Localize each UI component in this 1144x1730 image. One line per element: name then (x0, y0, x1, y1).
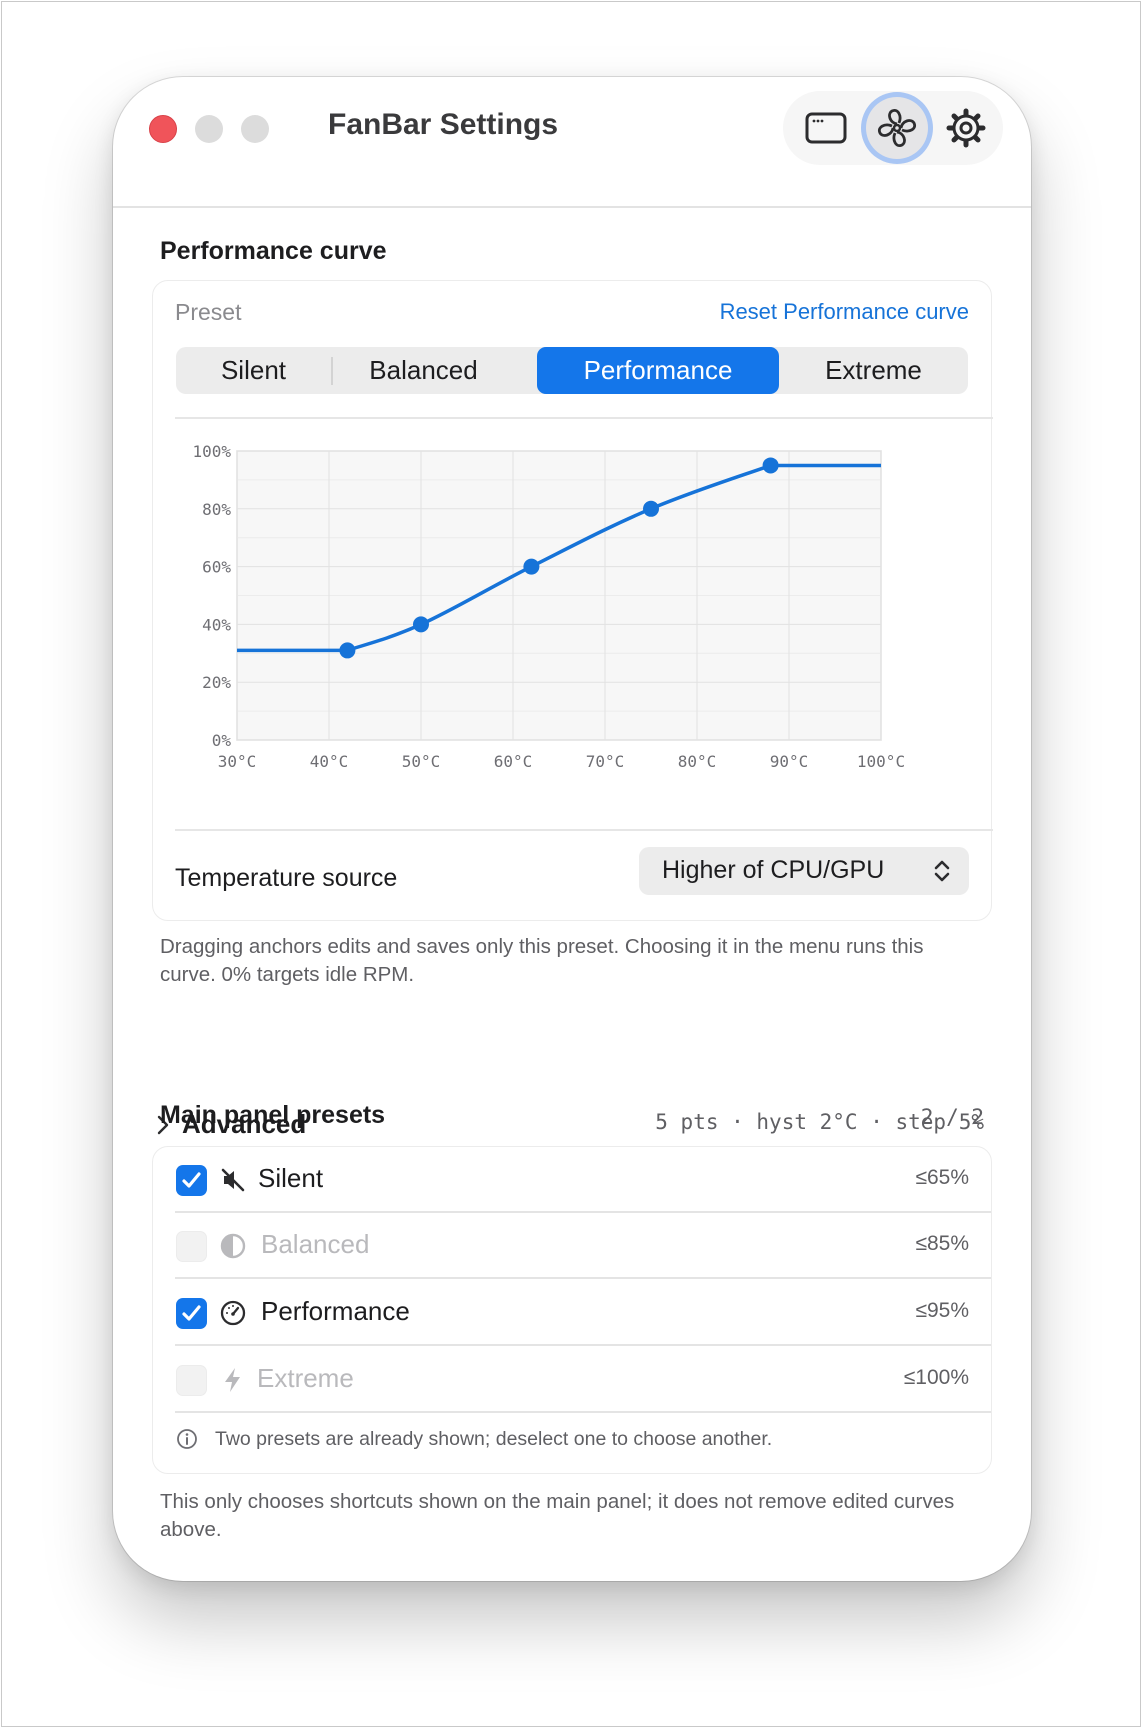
minimize-button[interactable] (195, 115, 223, 143)
info-icon (177, 1429, 197, 1449)
x-tick-label: 100°C (857, 752, 905, 771)
silent-label: Silent (258, 1163, 324, 1193)
toolbar-tabs (783, 91, 1003, 165)
x-tick-label: 70°C (586, 752, 625, 771)
preset-row-performance[interactable]: Performance ≤95% (153, 1280, 991, 1346)
gauge-icon (220, 1300, 246, 1326)
silent-checkbox[interactable] (176, 1165, 207, 1196)
fan-icon (877, 108, 917, 148)
performance-limit: ≤95% (915, 1299, 969, 1322)
preset-label: Preset (175, 299, 242, 325)
row-separator (175, 1411, 991, 1413)
balanced-label: Balanced (261, 1229, 370, 1259)
segment-performance[interactable]: Performance (537, 347, 779, 394)
curve-anchor-point[interactable] (762, 457, 779, 474)
half-circle-icon (220, 1233, 246, 1259)
main-panel-presets-title: Main panel presets (160, 1101, 386, 1129)
row-separator (175, 1277, 991, 1279)
x-tick-label: 40°C (310, 752, 349, 771)
preset-segmented-control: Silent Balanced Performance Extreme (176, 347, 968, 394)
temperature-source-value: Higher of CPU/GPU (662, 856, 885, 884)
checkmark-icon (182, 1172, 201, 1188)
y-tick-label: 40% (202, 615, 231, 634)
preset-row-extreme[interactable]: Extreme ≤100% (153, 1347, 991, 1413)
balanced-checkbox[interactable] (176, 1231, 207, 1262)
x-tick-label: 90°C (770, 752, 809, 771)
performance-curve-heading: Performance curve (160, 237, 387, 265)
curve-anchor-point[interactable] (413, 616, 429, 633)
preset-row-balanced[interactable]: Balanced ≤85% (153, 1213, 991, 1279)
temperature-source-select[interactable]: Higher of CPU/GPU (639, 847, 969, 895)
temperature-source-label: Temperature source (175, 864, 398, 892)
title-bar: FanBar Settings (113, 77, 1031, 208)
performance-label: Performance (261, 1296, 410, 1326)
zoom-button[interactable] (241, 115, 269, 143)
chevron-up-down-icon (934, 860, 950, 882)
presets-footer-text: This only chooses shortcuts shown on the… (160, 1490, 955, 1541)
performance-checkbox[interactable] (176, 1298, 207, 1329)
fan-curve-chart[interactable]: 0% 20% 40% 60% 80% 100% 30°C 40°C 50°C 60°C 70°C 80… (173, 424, 993, 804)
x-tick-label: 60°C (494, 752, 533, 771)
checkmark-icon (182, 1305, 201, 1321)
performance-curve-card: Preset Reset Performance curve Silent Ba… (152, 280, 993, 921)
segment-silent[interactable]: Silent (176, 347, 331, 394)
curve-help-text: Dragging anchors edits and saves only th… (160, 935, 924, 986)
y-tick-label: 80% (202, 500, 231, 519)
x-tick-label: 50°C (402, 752, 441, 771)
segment-balanced[interactable]: Balanced (333, 347, 514, 394)
bolt-icon (225, 1368, 240, 1392)
reset-curve-link[interactable]: Reset Performance curve (720, 299, 969, 325)
y-tick-label: 0% (212, 731, 232, 750)
row-separator (175, 1344, 991, 1346)
extreme-checkbox[interactable] (176, 1365, 207, 1396)
main-panel-presets-count: 2 / 2 (920, 1105, 984, 1129)
curve-anchor-point[interactable] (339, 642, 356, 659)
x-tick-label: 30°C (218, 752, 257, 771)
preset-row-silent[interactable]: Silent ≤65% (153, 1147, 991, 1213)
y-tick-label: 60% (202, 558, 231, 577)
silent-limit: ≤65% (915, 1166, 969, 1189)
fan-tab-button[interactable] (866, 97, 928, 159)
presets-info-text: Two presets are already shown; deselect … (215, 1428, 773, 1450)
x-tick-label: 80°C (678, 752, 717, 771)
divider (175, 417, 993, 419)
settings-window: FanBar Settings Performance curve Preset… (113, 77, 1031, 1581)
window-title: FanBar Settings (328, 108, 559, 141)
close-button[interactable] (149, 115, 177, 143)
curve-anchor-point[interactable] (523, 558, 540, 575)
gear-icon (946, 108, 986, 148)
y-tick-label: 20% (202, 673, 231, 692)
window-icon (805, 112, 847, 144)
settings-tab-button[interactable] (935, 97, 997, 159)
extreme-label: Extreme (257, 1363, 354, 1393)
menu-bar-tab-button[interactable] (795, 97, 857, 159)
main-panel-presets-card: Silent ≤65% Balanced ≤85% Performance ≤9… (152, 1146, 992, 1474)
segment-extreme[interactable]: Extreme (779, 347, 968, 394)
divider (175, 829, 993, 831)
curve-anchor-point[interactable] (643, 500, 659, 517)
balanced-limit: ≤85% (915, 1232, 969, 1255)
muted-speaker-icon (221, 1168, 245, 1192)
extreme-limit: ≤100% (903, 1366, 969, 1389)
y-tick-label: 100% (192, 442, 231, 461)
